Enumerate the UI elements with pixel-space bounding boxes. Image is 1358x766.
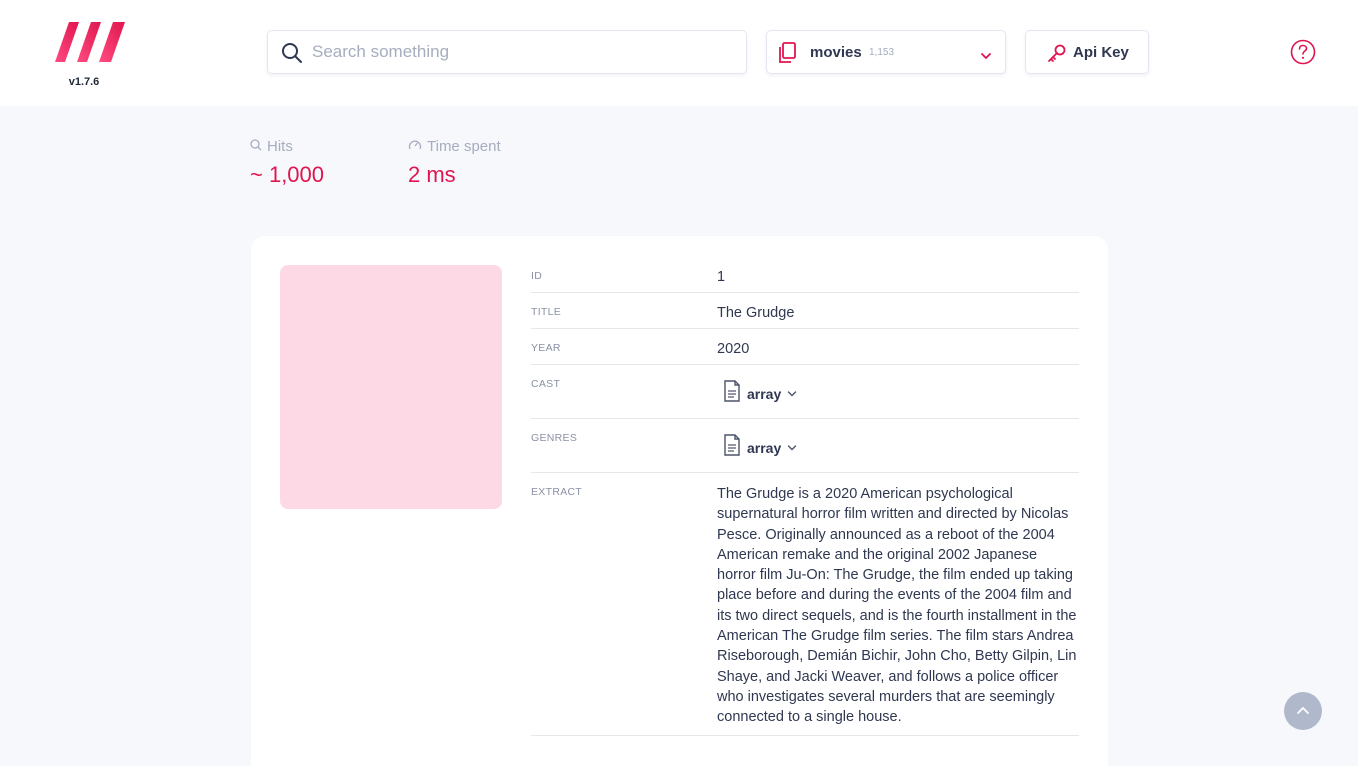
meilisearch-logo[interactable] <box>55 20 127 64</box>
search-input[interactable] <box>312 37 732 67</box>
document-fields: ID 1 TITLE The Grudge YEAR 2020 CAST arr… <box>531 257 1079 736</box>
document-icon <box>723 434 741 462</box>
field-key: YEAR <box>531 342 561 354</box>
version-label: v1.7.6 <box>68 76 100 88</box>
field-value: The Grudge <box>717 305 795 321</box>
field-key: GENRES <box>531 432 578 444</box>
index-doc-count: 1,153 <box>869 47 895 58</box>
field-key: EXTRACT <box>531 486 583 498</box>
field-row-title: TITLE The Grudge <box>531 293 1079 329</box>
field-row-id: ID 1 <box>531 257 1079 293</box>
hits-label: Hits <box>267 138 293 155</box>
scroll-to-top-button[interactable] <box>1284 692 1322 730</box>
question-circle-icon[interactable] <box>1290 39 1316 65</box>
array-label: array <box>747 440 782 456</box>
search-icon <box>250 138 262 155</box>
field-value: The Grudge is a 2020 American psychologi… <box>717 486 1077 726</box>
api-key-button[interactable]: Api Key <box>1025 30 1149 74</box>
chevron-down-icon[interactable] <box>980 48 992 60</box>
document-card: ID 1 TITLE The Grudge YEAR 2020 CAST arr… <box>251 236 1108 766</box>
document-icon <box>779 42 797 64</box>
time-stat: Time spent 2 ms <box>408 138 501 188</box>
time-label: Time spent <box>427 138 501 155</box>
field-row-extract: EXTRACT The Grudge is a 2020 American ps… <box>531 473 1079 736</box>
hits-stat: Hits ~ 1,000 <box>250 138 324 188</box>
time-value: 2 ms <box>408 162 456 187</box>
poster-image-placeholder <box>280 265 502 509</box>
speedometer-icon <box>408 138 422 155</box>
index-selector[interactable]: movies 1,153 <box>766 30 1006 74</box>
search-box[interactable] <box>267 30 747 74</box>
field-key: ID <box>531 270 543 282</box>
search-icon <box>281 42 303 64</box>
field-key: CAST <box>531 378 561 390</box>
field-row-cast: CAST array <box>531 365 1079 419</box>
field-row-year: YEAR 2020 <box>531 329 1079 365</box>
chevron-down-icon <box>787 438 797 458</box>
field-value: 2020 <box>717 341 750 357</box>
document-icon <box>723 380 741 408</box>
cast-array-toggle[interactable]: array <box>723 365 1079 418</box>
key-icon <box>1047 43 1067 63</box>
field-value: 1 <box>717 269 726 285</box>
field-key: TITLE <box>531 306 562 318</box>
api-key-label: Api Key <box>1073 44 1129 61</box>
array-label: array <box>747 386 782 402</box>
field-row-genres: GENRES array <box>531 419 1079 473</box>
arrow-up-icon <box>1297 706 1309 714</box>
chevron-down-icon <box>787 384 797 404</box>
index-name: movies <box>810 44 862 61</box>
hits-value: ~ 1,000 <box>250 162 325 187</box>
top-header: v1.7.6 movies 1,153 Api Key <box>0 0 1358 106</box>
genres-array-toggle[interactable]: array <box>723 419 1079 472</box>
